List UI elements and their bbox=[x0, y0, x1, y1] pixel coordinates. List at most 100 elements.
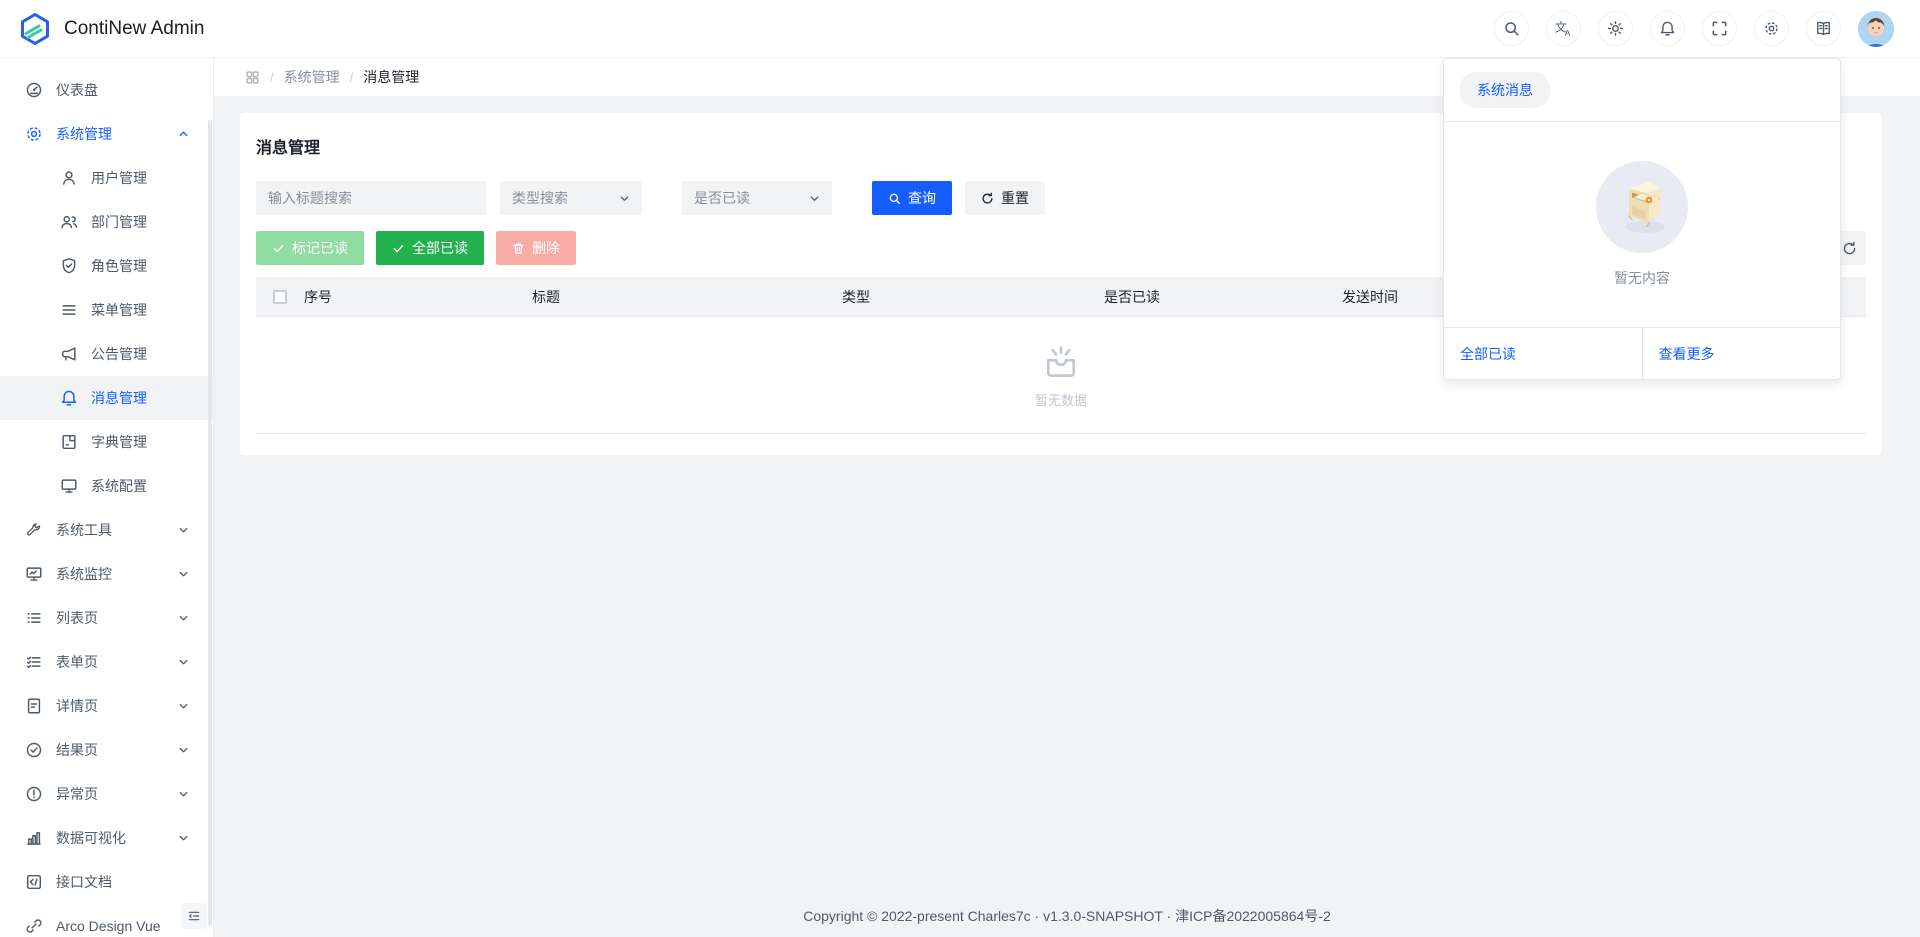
sidebar-collapse-button[interactable] bbox=[181, 903, 207, 929]
delete-button[interactable]: 删除 bbox=[496, 231, 576, 265]
form-checklist-icon bbox=[25, 653, 43, 671]
search-icon[interactable] bbox=[1494, 11, 1529, 46]
notification-empty-state: 暂无内容 bbox=[1444, 122, 1840, 327]
popup-view-more-link[interactable]: 查看更多 bbox=[1642, 328, 1841, 379]
empty-inbox-icon bbox=[1039, 342, 1083, 382]
user-avatar[interactable] bbox=[1858, 11, 1894, 47]
column-header[interactable]: 是否已读 bbox=[1102, 287, 1340, 307]
app-header: ContiNew Admin 文 A bbox=[0, 0, 1920, 58]
sidebar-item-result-pages[interactable]: 结果页 bbox=[0, 728, 213, 772]
sidebar-item-label: 系统管理 bbox=[56, 124, 193, 144]
check-icon bbox=[392, 242, 405, 255]
sidebar-item-label: 公告管理 bbox=[91, 344, 193, 364]
chevron-down-icon bbox=[178, 569, 189, 580]
sidebar-item-user-management[interactable]: 用户管理 bbox=[0, 156, 213, 200]
sidebar-item-label: 结果页 bbox=[56, 740, 193, 760]
sidebar-item-label: 数据可视化 bbox=[56, 828, 193, 848]
sidebar-item-label: 消息管理 bbox=[91, 388, 193, 408]
sidebar-item-label: 表单页 bbox=[56, 652, 193, 672]
query-button[interactable]: 查询 bbox=[872, 181, 952, 215]
type-select-value: 类型搜索 bbox=[512, 188, 568, 208]
sidebar-item-list-pages[interactable]: 列表页 bbox=[0, 596, 213, 640]
sidebar-item-system-tools[interactable]: 系统工具 bbox=[0, 508, 213, 552]
notification-footer: 全部已读 查看更多 bbox=[1444, 327, 1840, 379]
breadcrumb-separator: / bbox=[350, 70, 354, 85]
svg-text:A: A bbox=[1565, 28, 1571, 37]
tab-system-messages[interactable]: 系统消息 bbox=[1460, 72, 1550, 108]
warning-circle-icon bbox=[25, 785, 43, 803]
query-button-label: 查询 bbox=[908, 188, 936, 208]
sidebar-item-dashboard[interactable]: 仪表盘 bbox=[0, 68, 213, 112]
sidebar-item-data-visualization[interactable]: 数据可视化 bbox=[0, 816, 213, 860]
sidebar-item-detail-pages[interactable]: 详情页 bbox=[0, 684, 213, 728]
sidebar-item-role-management[interactable]: 角色管理 bbox=[0, 244, 213, 288]
footer-copyright: Copyright © 2022-present Charles7c · v1.… bbox=[214, 906, 1920, 926]
chevron-down-icon bbox=[809, 193, 820, 204]
type-select[interactable]: 类型搜索 bbox=[500, 181, 642, 215]
sidebar-item-label: 系统配置 bbox=[91, 476, 193, 496]
dictionary-icon bbox=[60, 433, 78, 451]
sidebar-item-system-monitor[interactable]: 系统监控 bbox=[0, 552, 213, 596]
sidebar-item-label: 用户管理 bbox=[91, 168, 193, 188]
popup-empty-text: 暂无内容 bbox=[1614, 268, 1670, 288]
sidebar-item-announcement-management[interactable]: 公告管理 bbox=[0, 332, 213, 376]
read-status-select[interactable]: 是否已读 bbox=[682, 181, 832, 215]
wrench-icon bbox=[25, 521, 43, 539]
shield-check-icon bbox=[60, 257, 78, 275]
settings-gear-icon[interactable] bbox=[1754, 11, 1789, 46]
sidebar-item-form-pages[interactable]: 表单页 bbox=[0, 640, 213, 684]
sidebar-item-system-management[interactable]: 系统管理 bbox=[0, 112, 213, 156]
popup-all-read-link[interactable]: 全部已读 bbox=[1444, 328, 1642, 379]
sidebar-item-department-management[interactable]: 部门管理 bbox=[0, 200, 213, 244]
chevron-down-icon bbox=[178, 657, 189, 668]
link-icon bbox=[25, 917, 43, 935]
sidebar-item-message-management[interactable]: 消息管理 bbox=[0, 376, 213, 420]
sidebar-item-label: 异常页 bbox=[56, 784, 193, 804]
docs-book-icon[interactable] bbox=[1806, 11, 1841, 46]
chevron-up-icon bbox=[178, 129, 189, 140]
theme-sun-icon[interactable] bbox=[1598, 11, 1633, 46]
empty-text: 暂无数据 bbox=[1035, 390, 1087, 409]
menu-fold-icon bbox=[187, 909, 201, 923]
notification-popup: 系统消息 暂无内容 全部已读 查看更多 bbox=[1443, 58, 1841, 380]
sidebar-item-system-config[interactable]: 系统配置 bbox=[0, 464, 213, 508]
fullscreen-icon[interactable] bbox=[1702, 11, 1737, 46]
notification-tabs: 系统消息 bbox=[1444, 59, 1840, 122]
sidebar-item-exception-pages[interactable]: 异常页 bbox=[0, 772, 213, 816]
sidebar-scrollbar[interactable] bbox=[208, 120, 212, 926]
file-detail-icon bbox=[25, 697, 43, 715]
chevron-down-icon bbox=[178, 745, 189, 756]
gear-icon bbox=[25, 125, 43, 143]
check-circle-icon bbox=[25, 741, 43, 759]
sidebar-item-api-docs[interactable]: 接口文档 bbox=[0, 860, 213, 904]
check-icon bbox=[272, 242, 285, 255]
mark-read-label: 标记已读 bbox=[292, 238, 348, 258]
refresh-icon bbox=[1842, 241, 1857, 256]
monitor-chart-icon bbox=[25, 565, 43, 583]
select-all-checkbox[interactable] bbox=[273, 290, 287, 304]
mark-read-button[interactable]: 标记已读 bbox=[256, 231, 364, 265]
sidebar-item-label: 字典管理 bbox=[91, 432, 193, 452]
search-icon bbox=[888, 192, 901, 205]
sidebar-item-label: 菜单管理 bbox=[91, 300, 193, 320]
sidebar-item-label: 系统工具 bbox=[56, 520, 193, 540]
translate-icon[interactable]: 文 A bbox=[1546, 11, 1581, 46]
title-search-input[interactable] bbox=[256, 181, 486, 215]
bell-icon bbox=[60, 389, 78, 407]
breadcrumb-item[interactable]: 系统管理 bbox=[284, 67, 340, 87]
apps-grid-icon[interactable] bbox=[245, 70, 260, 85]
sidebar-item-label: 角色管理 bbox=[91, 256, 193, 276]
sidebar-item-menu-management[interactable]: 菜单管理 bbox=[0, 288, 213, 332]
column-header[interactable]: 类型 bbox=[840, 287, 1102, 307]
reset-button[interactable]: 重置 bbox=[965, 181, 1045, 215]
sidebar-item-dictionary-management[interactable]: 字典管理 bbox=[0, 420, 213, 464]
chevron-down-icon bbox=[178, 833, 189, 844]
bar-chart-icon bbox=[25, 829, 43, 847]
all-read-button[interactable]: 全部已读 bbox=[376, 231, 484, 265]
desktop-icon bbox=[60, 477, 78, 495]
notification-bell-icon[interactable] bbox=[1650, 11, 1685, 46]
column-header[interactable]: 标题 bbox=[530, 287, 840, 307]
sidebar-item-label: 详情页 bbox=[56, 696, 193, 716]
column-header[interactable]: 序号 bbox=[302, 287, 530, 307]
reset-button-label: 重置 bbox=[1001, 188, 1029, 208]
